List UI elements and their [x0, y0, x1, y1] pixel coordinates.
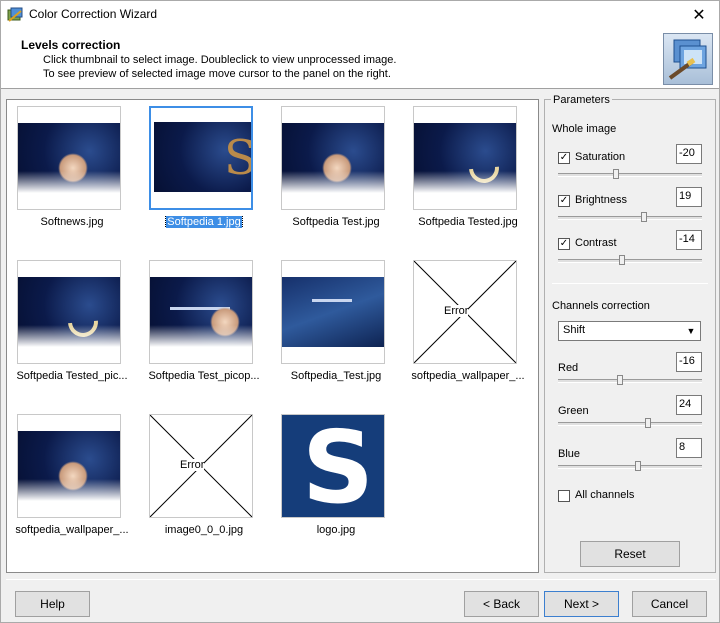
thumbnail-image[interactable] [281, 106, 385, 210]
thumbnail-item[interactable]: Softpedia Test_picop... [144, 254, 264, 394]
channels-correction-label: Channels correction [552, 300, 650, 312]
app-icon [7, 7, 23, 22]
thumbnail-caption: softpedia_wallpaper_... [411, 370, 525, 382]
wizard-window: Color Correction Wizard ✕ Levels correct… [0, 0, 720, 623]
brightness-value-field[interactable]: 19 [676, 187, 702, 207]
thumbnail-image[interactable] [17, 414, 121, 518]
thumbnail-caption: Softpedia Tested_pic... [16, 370, 128, 382]
blue-slider-track[interactable] [558, 465, 702, 469]
whole-image-label: Whole image [552, 123, 617, 135]
thumbnail-image[interactable]: Error [149, 414, 253, 518]
thumbnail-item[interactable]: Error image0_0_0.jpg [144, 408, 264, 548]
green-value-field[interactable]: 24 [676, 395, 702, 415]
thumbnail-image[interactable]: Error [413, 260, 517, 364]
error-placeholder: Error [414, 261, 516, 363]
thumbnail-caption: image0_0_0.jpg [164, 524, 244, 536]
saturation-checkbox[interactable]: ✓ [558, 152, 570, 164]
footer-divider [6, 579, 716, 580]
contrast-slider-track[interactable] [558, 259, 702, 263]
blue-slider-handle[interactable] [635, 461, 641, 471]
thumbnail-image[interactable]: S [149, 106, 253, 210]
title-bar: Color Correction Wizard ✕ [1, 1, 719, 29]
thumbnail-caption: logo.jpg [316, 524, 356, 536]
thumbnail-image[interactable] [281, 260, 385, 364]
green-slider-track[interactable] [558, 422, 702, 426]
contrast-checkbox[interactable]: ✓ [558, 238, 570, 250]
thumbnail-image[interactable] [17, 260, 121, 364]
parameters-legend: Parameters [551, 94, 612, 106]
saturation-value-field[interactable]: -20 [676, 144, 702, 164]
section-divider [552, 283, 708, 284]
channel-mode-dropdown[interactable]: Shift ▼ [558, 321, 701, 341]
thumbnail-item[interactable]: Softpedia Test.jpg [276, 100, 396, 240]
brightness-label: Brightness [575, 194, 627, 206]
thumbnail-panel[interactable]: Softnews.jpg S Softpedia 1.jpg Softpedia… [6, 99, 539, 573]
brightness-checkbox[interactable]: ✓ [558, 195, 570, 207]
window-title: Color Correction Wizard [29, 7, 158, 21]
all-channels-checkbox[interactable] [558, 490, 570, 502]
contrast-slider-handle[interactable] [619, 255, 625, 265]
green-slider-handle[interactable] [645, 418, 651, 428]
all-channels-label: All channels [575, 489, 635, 501]
close-icon[interactable]: ✕ [679, 1, 719, 29]
blue-label: Blue [558, 448, 581, 460]
green-label: Green [558, 405, 589, 417]
error-placeholder: Error [150, 415, 252, 517]
wizard-images-icon [663, 33, 713, 85]
help-button[interactable]: Help [15, 591, 90, 617]
wizard-header: Levels correction Click thumbnail to sel… [1, 29, 719, 89]
thumbnail-item[interactable]: S logo.jpg [276, 408, 396, 548]
instruction-line-2: To see preview of selected image move cu… [43, 68, 391, 80]
red-slider-handle[interactable] [617, 375, 623, 385]
brightness-slider-handle[interactable] [641, 212, 647, 222]
thumbnail-image[interactable] [149, 260, 253, 364]
thumbnail-item[interactable]: Softpedia Tested_pic... [12, 254, 132, 394]
back-button[interactable]: < Back [464, 591, 539, 617]
red-slider-track[interactable] [558, 379, 702, 383]
thumbnail-item[interactable]: Softpedia_Test.jpg [276, 254, 396, 394]
thumbnail-item-selected[interactable]: S Softpedia 1.jpg [144, 100, 264, 240]
contrast-label: Contrast [575, 237, 617, 249]
saturation-slider-handle[interactable] [613, 169, 619, 179]
chevron-down-icon[interactable]: ▼ [684, 324, 698, 338]
thumbnail-image[interactable]: S [281, 414, 385, 518]
thumbnail-caption: softpedia_wallpaper_... [15, 524, 129, 536]
thumbnail-caption: Softpedia Test.jpg [292, 216, 380, 228]
contrast-value-field[interactable]: -14 [676, 230, 702, 250]
reset-button[interactable]: Reset [580, 541, 680, 567]
parameters-group: Parameters Whole image ✓ Saturation -20 … [544, 94, 716, 573]
instruction-line-1: Click thumbnail to select image. Doublec… [43, 54, 397, 66]
thumbnail-caption: Softpedia Tested.jpg [418, 216, 518, 228]
saturation-label: Saturation [575, 151, 626, 163]
thumbnail-item[interactable]: softpedia_wallpaper_... [12, 408, 132, 548]
thumbnail-caption: Softpedia_Test.jpg [290, 370, 382, 382]
cancel-button[interactable]: Cancel [632, 591, 707, 617]
brightness-slider-track[interactable] [558, 216, 702, 220]
page-title: Levels correction [21, 38, 121, 52]
thumbnail-item[interactable]: Softnews.jpg [12, 100, 132, 240]
thumbnail-image[interactable] [17, 106, 121, 210]
thumbnail-caption: Softpedia 1.jpg [165, 216, 243, 228]
thumbnail-image[interactable] [413, 106, 517, 210]
thumbnail-caption: Softnews.jpg [40, 216, 104, 228]
thumbnail-item[interactable]: Error softpedia_wallpaper_... [408, 254, 528, 394]
thumbnail-caption: Softpedia Test_picop... [148, 370, 260, 382]
red-label: Red [558, 362, 579, 374]
next-button[interactable]: Next > [544, 591, 619, 617]
blue-value-field[interactable]: 8 [676, 438, 702, 458]
thumbnail-item[interactable]: Softpedia Tested.jpg [408, 100, 528, 240]
saturation-slider-track[interactable] [558, 173, 702, 177]
red-value-field[interactable]: -16 [676, 352, 702, 372]
logo-image: S [282, 415, 384, 517]
